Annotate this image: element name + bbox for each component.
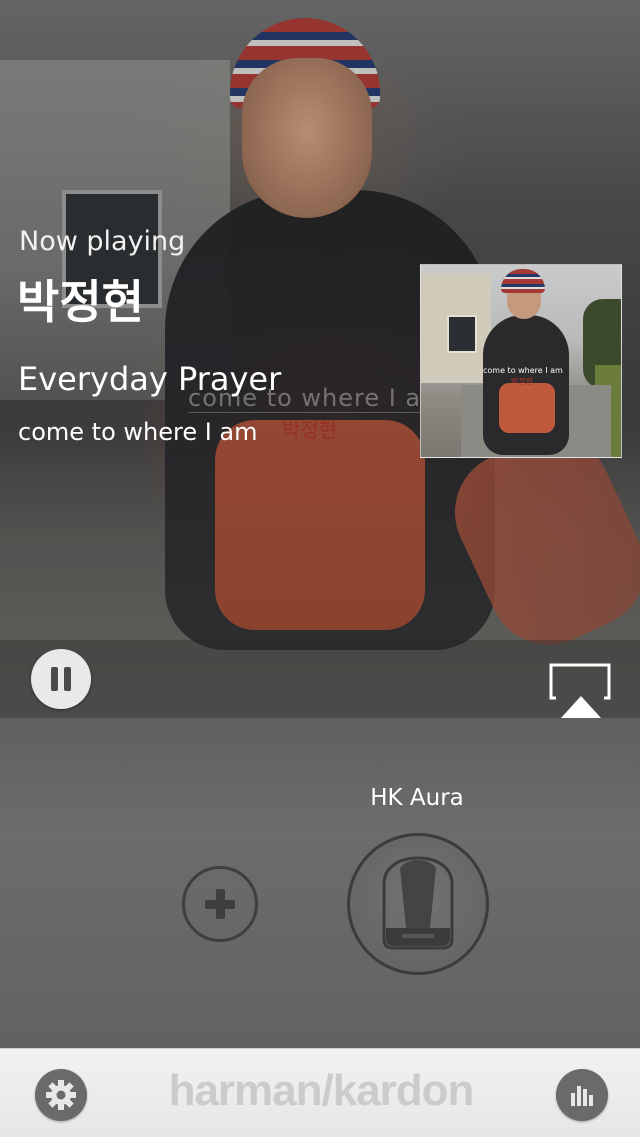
gear-icon <box>46 1080 76 1110</box>
album-art-background: come to where I am 박정현 Now playing 박정현 E… <box>0 0 640 718</box>
settings-button[interactable] <box>35 1069 87 1121</box>
equalizer-icon <box>571 1086 593 1106</box>
track-title: Everyday Prayer <box>18 360 282 398</box>
airplay-icon <box>549 663 611 718</box>
speaker-selection-area <box>0 718 640 1048</box>
add-speaker-button[interactable] <box>182 866 258 942</box>
playback-controls-bar <box>0 640 640 718</box>
pause-icon-bar <box>64 667 71 691</box>
thumb-shirt <box>499 383 555 433</box>
equalizer-button[interactable] <box>556 1069 608 1121</box>
hk-aura-speaker-button[interactable] <box>347 833 489 975</box>
pause-icon <box>51 667 58 691</box>
thumb-album-text: come to where I am <box>483 366 563 375</box>
thumb-window <box>447 315 477 353</box>
speaker-name: HK Aura <box>370 785 464 811</box>
thumb-hat <box>501 269 545 293</box>
album-art-thumbnail[interactable]: come to where I am 박정현 <box>420 264 622 458</box>
thumb-artist-text: 박정현 <box>511 377 534 386</box>
artist-name: 박정현 <box>17 275 144 329</box>
album-title: come to where I am <box>18 418 258 446</box>
now-playing-label: Now playing <box>19 226 186 257</box>
hk-aura-speaker-icon <box>382 856 454 950</box>
airplay-button[interactable] <box>548 662 614 718</box>
cover-artist-text: 박정현 <box>282 418 338 442</box>
pause-button[interactable] <box>31 649 91 709</box>
brand-logo: harman/kardon <box>168 1066 475 1115</box>
plus-icon-vertical <box>216 889 225 919</box>
